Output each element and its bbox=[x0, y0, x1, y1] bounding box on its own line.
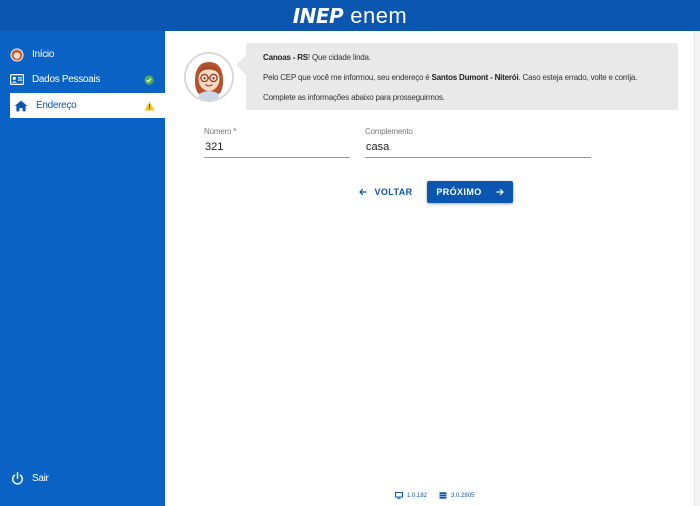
numero-input[interactable] bbox=[204, 136, 350, 158]
top-bar: INEP enem bbox=[0, 0, 700, 31]
id-card-icon bbox=[10, 73, 24, 87]
version-footer: 1.0.182 3.0.2805 bbox=[395, 492, 474, 499]
logo-inep-text: INEP bbox=[292, 3, 344, 28]
arrow-left-icon bbox=[359, 188, 367, 196]
numero-label: Número * bbox=[204, 127, 237, 136]
complemento-field-group: Complemento bbox=[365, 127, 591, 158]
sidebar-item-endereco[interactable]: Endereço bbox=[10, 93, 165, 118]
sidebar-item-label: Dados Pessoais bbox=[32, 74, 101, 85]
city-name: Canoas - RS bbox=[263, 53, 308, 62]
complemento-label: Complemento bbox=[365, 127, 413, 136]
message-text: . Caso esteja errado, volte e corrija. bbox=[518, 73, 638, 82]
sidebar-item-dados-pessoais[interactable]: Dados Pessoais bbox=[0, 67, 165, 92]
server-icon bbox=[439, 492, 447, 499]
check-circle-icon bbox=[143, 74, 155, 86]
sidebar-logout[interactable]: Sair bbox=[0, 466, 165, 491]
inep-enem-logo: INEP enem bbox=[293, 3, 408, 29]
arrow-right-icon bbox=[496, 188, 504, 196]
complemento-input[interactable] bbox=[365, 136, 591, 158]
backend-version: 3.0.2805 bbox=[439, 492, 474, 499]
back-button[interactable]: VOLTAR bbox=[356, 182, 416, 202]
avatar-icon bbox=[186, 54, 232, 100]
message-text: Pelo CEP que você me informou, seu ender… bbox=[263, 73, 432, 82]
back-button-label: VOLTAR bbox=[374, 187, 413, 197]
avatar-icon bbox=[10, 48, 24, 62]
message-line-2: Pelo CEP que você me informou, seu ender… bbox=[263, 74, 661, 82]
power-icon bbox=[10, 472, 24, 486]
assistant-message-bubble: Canoas - RS! Que cidade linda. Pelo CEP … bbox=[236, 43, 678, 110]
message-line-3: Complete as informações abaixo para pros… bbox=[263, 93, 445, 102]
frontend-version: 1.0.182 bbox=[395, 492, 427, 499]
message-line-1: Canoas - RS! Que cidade linda. bbox=[263, 54, 661, 62]
sidebar-item-inicio[interactable]: Início bbox=[0, 42, 165, 67]
message-text: ! Que cidade linda. bbox=[307, 53, 371, 62]
warning-icon bbox=[143, 100, 155, 112]
logout-label: Sair bbox=[32, 473, 49, 484]
next-button[interactable]: PRÓXIMO bbox=[427, 181, 513, 203]
logo-enem-text: enem bbox=[350, 2, 408, 28]
backend-version-text: 3.0.2805 bbox=[451, 492, 475, 499]
home-icon bbox=[14, 99, 28, 113]
monitor-icon bbox=[395, 492, 403, 499]
sidebar-item-label: Endereço bbox=[36, 100, 77, 111]
assistant-avatar bbox=[184, 52, 234, 102]
sidebar-item-label: Início bbox=[32, 49, 55, 60]
address-name: Santos Dumont - Niterói bbox=[431, 73, 519, 82]
frontend-version-text: 1.0.182 bbox=[407, 492, 428, 499]
numero-field-group: Número * bbox=[204, 127, 350, 158]
sidebar: Início Dados Pessoais Endereço Sair bbox=[0, 31, 165, 506]
vertical-scrollbar[interactable] bbox=[694, 31, 700, 506]
next-button-label: PRÓXIMO bbox=[436, 187, 482, 197]
